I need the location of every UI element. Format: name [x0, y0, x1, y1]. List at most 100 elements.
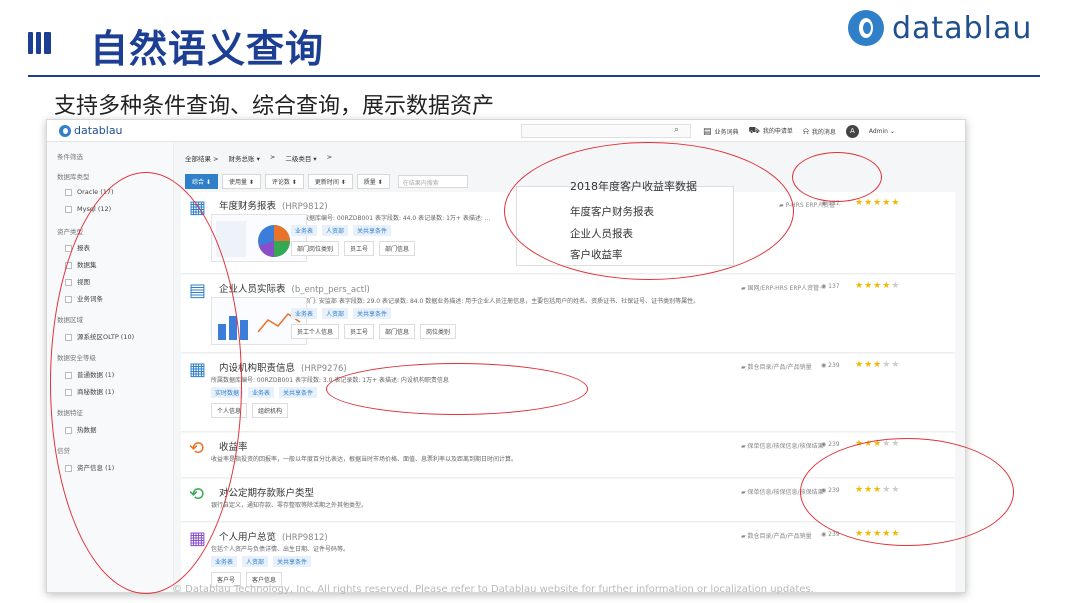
sort-usage[interactable]: 使用量 ⬍ — [221, 174, 261, 189]
logo-mark-icon — [848, 10, 884, 46]
star-icon[interactable]: ★ — [882, 360, 891, 370]
result-description: 收益率是指投资的回报率，一般以年度百分比表达，根据当时市场价格、面值、息票利率以… — [211, 456, 518, 463]
catalog-path[interactable]: ▰ 国网/ERP-HRS ERP人资管··· — [741, 283, 825, 292]
category-tag[interactable]: 关共享条件 — [353, 225, 392, 236]
view-count-value: 239 — [828, 362, 840, 369]
breadcrumb: 全部结果 > 财务总账 ▾ > 二级类目 ▾ > — [185, 153, 332, 163]
result-search-input[interactable]: 在结果内搜索 — [397, 175, 468, 188]
search-icon[interactable]: ⌕ — [674, 125, 679, 135]
tag-row: 业务表 人资部 关共享条件 — [211, 556, 316, 567]
category-tag[interactable]: 人资部 — [322, 308, 349, 319]
field-tag[interactable]: 员工号 — [344, 241, 375, 256]
topbar-messages[interactable]: ⍾ 我的消息 — [803, 127, 836, 137]
star-icon[interactable]: ★ — [882, 281, 891, 291]
category-tag[interactable]: 业务表 — [248, 387, 275, 398]
breadcrumb-item[interactable]: 财务总账 ▾ — [229, 153, 260, 163]
catalog-path-text: 国网/ERP-HRS ERP人资管··· — [747, 285, 825, 292]
result-description: 管理部门: 安监部 表字段数: 29.0 表记录数: 84.0 数据业务描述: … — [291, 298, 700, 305]
topbar-requests[interactable]: ⛟ 我的申请单 — [749, 126, 793, 137]
cart-icon: ⛟ — [748, 126, 760, 136]
tag-row: 业务表 人资部 关共享条件 — [291, 308, 396, 319]
title-divider — [28, 75, 1040, 77]
star-icon[interactable]: ★ — [855, 360, 864, 370]
star-icon[interactable]: ★ — [891, 360, 900, 370]
topbar-actions: ▤ 业务词典 ⛟ 我的申请单 ⍾ 我的消息 A Admin ⌄ — [703, 125, 895, 138]
sort-comments[interactable]: 评论数 ⬍ — [264, 174, 304, 189]
app-logo[interactable]: datablau — [59, 124, 123, 137]
star-icon[interactable]: ★ — [873, 281, 882, 291]
category-tag[interactable]: 业务表 — [291, 225, 318, 236]
field-tag[interactable]: 部门信息 — [379, 324, 416, 339]
view-count: ◉ 239 — [821, 362, 840, 369]
field-tag[interactable]: 员工号 — [344, 324, 375, 339]
title-bars-icon — [28, 32, 51, 54]
breadcrumb-item[interactable]: 二级类目 ▾ — [285, 153, 316, 163]
view-count-value: 137 — [828, 283, 840, 290]
category-tag[interactable]: 关共享条件 — [279, 387, 318, 398]
app-topbar: datablau ⌕ ▤ 业务词典 ⛟ 我的申请单 ⍾ 我的消息 A Admin ⌄ — [47, 120, 965, 142]
result-title[interactable]: 年度财务报表 (HRP9812) — [219, 198, 328, 212]
breadcrumb-item: > — [326, 153, 333, 161]
star-icon[interactable]: ★ — [891, 281, 900, 291]
slide-title: 自然语义查询 — [90, 27, 325, 71]
category-tag[interactable]: 人资部 — [242, 556, 269, 567]
global-search-input[interactable] — [521, 124, 691, 138]
chevron-down-icon: ⌄ — [889, 128, 895, 135]
category-tag[interactable]: 业务表 — [211, 556, 238, 567]
catalog-path-text: 保单信息/核保信息/核保结果 — [747, 443, 824, 450]
field-tag[interactable]: 岗位类别 — [420, 324, 457, 339]
sort-quality[interactable]: 质量 ⬍ — [356, 174, 390, 189]
copyright-footer: © Datablau Technology, Inc. All rights r… — [172, 584, 814, 595]
sort-updated[interactable]: 更新时间 ⬍ — [307, 174, 353, 189]
field-tag[interactable]: 部门信息 — [379, 241, 416, 256]
result-code: (b_entp_pers_actl) — [291, 285, 370, 295]
rating-stars[interactable]: ★★★★★ — [855, 198, 900, 208]
catalog-path[interactable]: ▰ 数仓目录/产品/产品销量 — [741, 531, 812, 540]
avatar[interactable]: A — [845, 125, 859, 138]
datablau-logo: datablau — [848, 10, 1032, 46]
field-tag[interactable]: 员工个人信息 — [291, 324, 340, 339]
catalog-path[interactable]: ▰ 保单信息/核保信息/核保结果 — [741, 441, 824, 450]
star-icon[interactable]: ★ — [864, 281, 873, 291]
annotation-ellipse — [800, 438, 1014, 546]
breadcrumb-item[interactable]: 全部结果 > — [185, 153, 219, 163]
user-menu[interactable]: Admin ⌄ — [869, 128, 895, 135]
star-icon[interactable]: ★ — [864, 360, 873, 370]
result-title[interactable]: 企业人员实际表 (b_entp_pers_actl) — [219, 281, 370, 295]
catalog-path[interactable]: ▰ 数仓目录/产品/产品销量 — [741, 362, 812, 371]
result-code: (HRP9276) — [301, 364, 347, 374]
field-tag-row: 部门岗位类别 员工号 部门信息 — [291, 241, 420, 256]
rating-stars[interactable]: ★★★★★ — [855, 360, 900, 370]
topbar-dictionary[interactable]: ▤ 业务词典 — [703, 127, 739, 137]
result-title[interactable]: 个人用户总览 (HRP9812) — [219, 529, 328, 543]
sort-comprehensive[interactable]: 综合 ⬇ — [185, 174, 218, 189]
star-icon[interactable]: ★ — [855, 281, 864, 291]
result-description: 银行自定义，通知存款、零存整取等除活期之外其他类型。 — [211, 502, 368, 509]
star-icon[interactable]: ★ — [891, 198, 900, 208]
catalog-path-text: 数仓目录/产品/产品销量 — [747, 364, 812, 371]
result-name: 年度财务报表 — [219, 201, 277, 212]
book-icon: ▤ — [703, 126, 712, 137]
star-icon[interactable]: ★ — [873, 360, 882, 370]
catalog-path-text: 数仓目录/产品/产品销量 — [747, 533, 812, 540]
category-tag[interactable]: 人资部 — [322, 225, 349, 236]
annotation-ellipse — [326, 363, 588, 415]
field-tag[interactable]: 部门岗位类别 — [291, 241, 340, 256]
star-icon[interactable]: ★ — [873, 198, 882, 208]
category-tag[interactable]: 关共享条件 — [273, 556, 312, 567]
category-tag[interactable]: 业务表 — [291, 308, 318, 319]
annotation-ellipse — [504, 142, 794, 280]
field-tag[interactable]: 组织机构 — [252, 403, 289, 418]
star-icon[interactable]: ★ — [882, 198, 891, 208]
result-title[interactable]: 对公定期存款账户类型 — [219, 485, 314, 499]
view-count-value: 239 — [828, 441, 840, 448]
result-description: 所属数据库编号: 00RZDB001 表字段数: 44.0 表记录数: 1万+ … — [291, 215, 491, 222]
annotation-ellipse — [792, 152, 882, 202]
category-tag[interactable]: 关共享条件 — [353, 308, 392, 319]
view-count: ◉ 137 — [821, 283, 840, 290]
rating-stars[interactable]: ★★★★★ — [855, 281, 900, 291]
result-card[interactable]: ▤ 企业人员实际表 (b_entp_pers_actl) 管理部门: 安监部 表字段数… — [181, 275, 955, 353]
star-icon[interactable]: ★ — [864, 198, 873, 208]
view-count: ◉ 239 — [821, 441, 840, 448]
sidebar-group-title: 数据库类型 — [57, 173, 90, 181]
